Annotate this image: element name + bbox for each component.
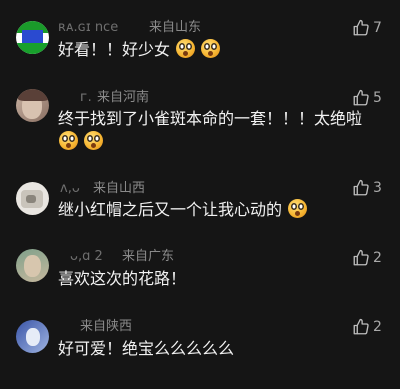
username[interactable]: ᴧ,ᴗ (60, 181, 80, 197)
comment-text-content: 好可爱！绝宝么么么么么 (58, 339, 235, 358)
location-label: 来自河南 (97, 90, 150, 105)
comment-text-content: 好看！！好少女 (58, 40, 171, 59)
astonished-face-emoji-icon (84, 131, 104, 150)
avatar[interactable] (16, 182, 49, 215)
avatar[interactable] (16, 249, 49, 282)
avatar[interactable] (16, 320, 49, 353)
comment-item[interactable]: ᴧ,ᴗ 来自山西 继小红帽之后又一个让我心动的 3 (0, 170, 400, 240)
comment-item[interactable]: ʀᴀ.ɢɪ nce 来自山东 好看！！好少女 7 (0, 0, 400, 70)
comment-item[interactable]: ᴗ,ɑ 2 来自广东 喜欢这次的花路！ 2 (0, 240, 400, 310)
comment-text: 终于找到了小雀斑本命的一套！！！太绝啦 (58, 107, 362, 131)
like-count: 2 (373, 250, 382, 266)
thumbs-up-icon[interactable] (352, 318, 370, 336)
comment-text: 好可爱！绝宝么么么么么 (58, 337, 234, 361)
location-label: 来自广东 (122, 249, 175, 264)
astonished-face-emoji-icon (201, 39, 221, 58)
astonished-face-emoji-icon (288, 199, 308, 218)
comment-text-content: 喜欢这次的花路！ (58, 269, 187, 288)
comment-text-content: 继小红帽之后又一个让我心动的 (58, 200, 283, 219)
comment-text: 继小红帽之后又一个让我心动的 (58, 198, 308, 222)
username[interactable]: ᴗ,ɑ 2 (70, 249, 103, 265)
thumbs-up-icon[interactable] (352, 179, 370, 197)
comment-item[interactable]: 来自陕西 好可爱！绝宝么么么么么 2 (0, 310, 400, 389)
thumbs-up-icon[interactable] (352, 19, 370, 37)
location-label: 来自山东 (149, 20, 202, 35)
astonished-face-emoji-icon (176, 39, 196, 58)
thumbs-up-icon[interactable] (352, 249, 370, 267)
username[interactable]: ʀᴀ.ɢɪ nce (58, 20, 118, 36)
comment-text: 好看！！好少女 (58, 38, 221, 62)
location-label: 来自陕西 (80, 319, 133, 334)
avatar[interactable] (16, 21, 49, 54)
avatar[interactable] (16, 89, 49, 122)
astonished-face-emoji-icon (59, 131, 78, 150)
like-count: 2 (373, 319, 382, 335)
like-count: 5 (373, 90, 382, 106)
comment-text-content: 终于找到了小雀斑本命的一套！！！太绝啦 (58, 109, 363, 128)
username[interactable]: ᴦ. (80, 90, 92, 106)
comment-emoji-line (58, 130, 104, 154)
like-count: 3 (373, 180, 382, 196)
comment-item[interactable]: ᴦ. 来自河南 终于找到了小雀斑本命的一套！！！太绝啦 5 (0, 70, 400, 170)
location-label: 来自山西 (93, 181, 146, 196)
like-count: 7 (373, 20, 382, 36)
comment-text: 喜欢这次的花路！ (58, 267, 186, 291)
thumbs-up-icon[interactable] (352, 89, 370, 107)
